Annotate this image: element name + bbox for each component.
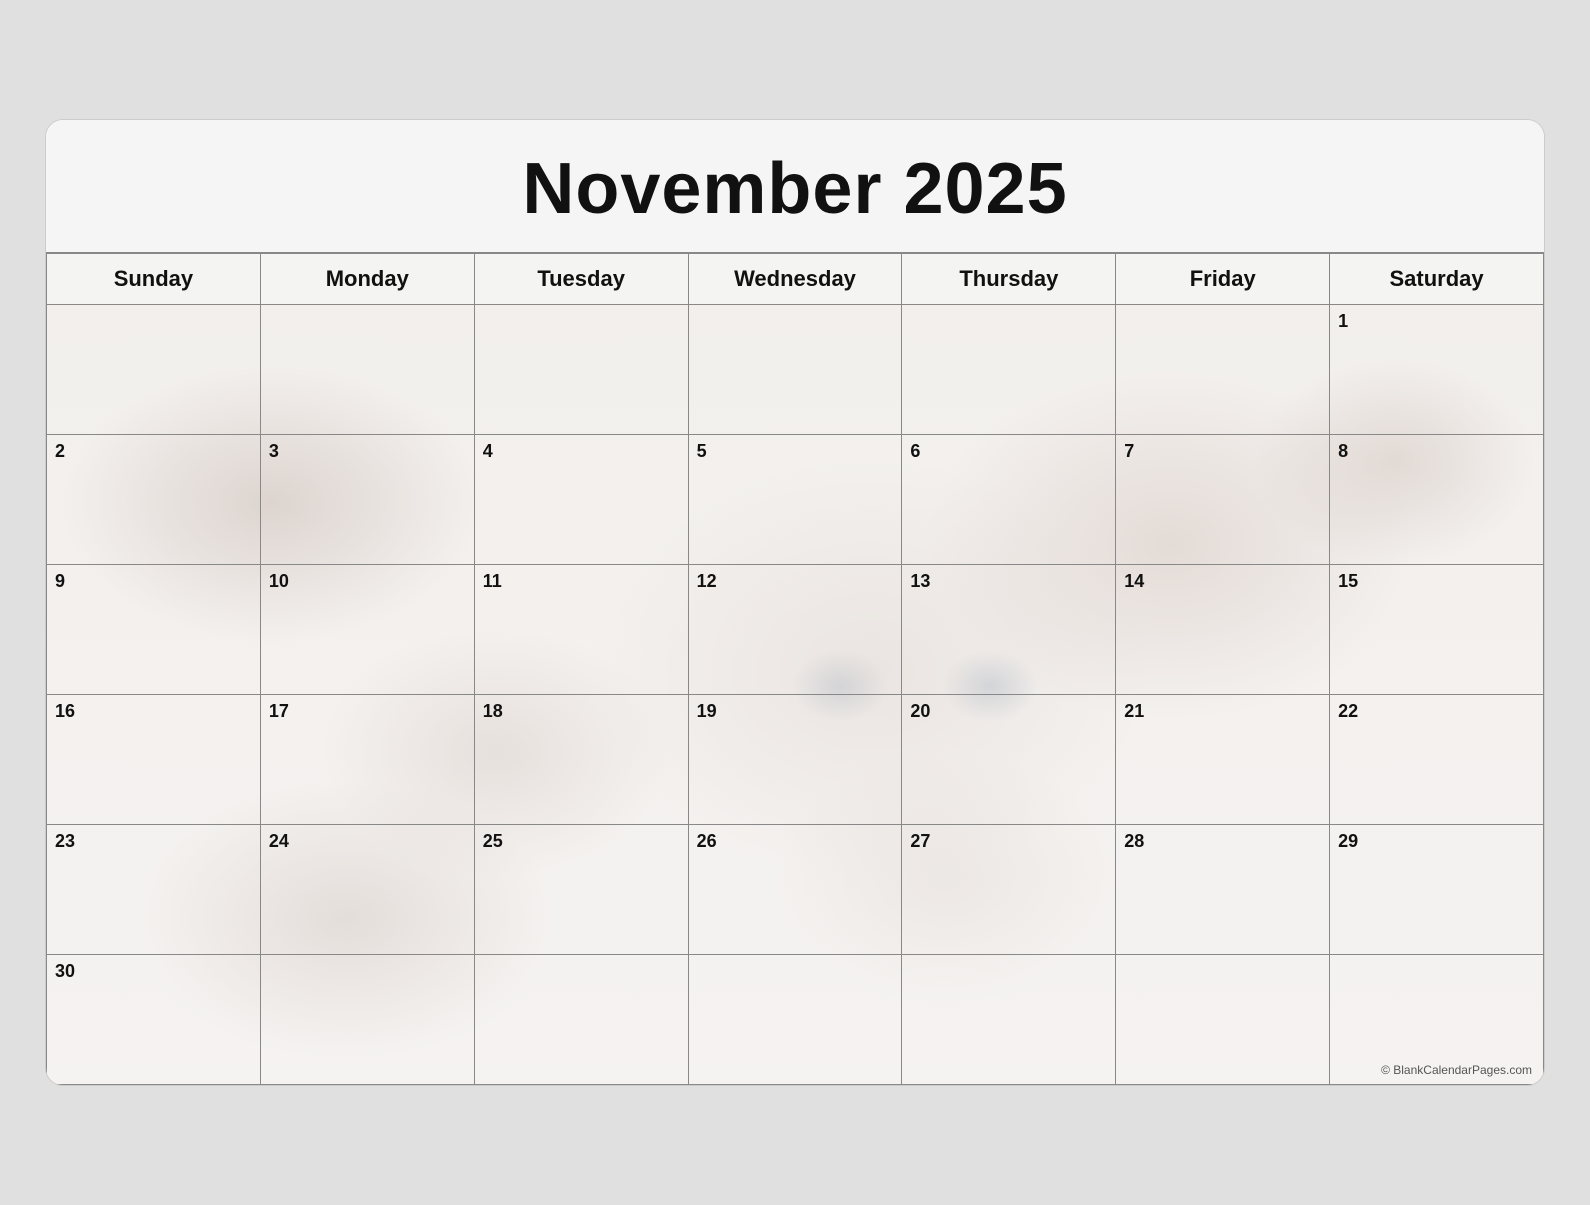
day-cell-20: 20 xyxy=(902,695,1116,825)
day-cell-6: 6 xyxy=(902,435,1116,565)
day-cell-30: 30 xyxy=(47,955,261,1085)
day-cell-4: 4 xyxy=(475,435,689,565)
day-cell-empty-1 xyxy=(47,305,261,435)
day-cell-empty-6 xyxy=(1116,305,1330,435)
day-cell-empty-2 xyxy=(261,305,475,435)
day-cell-7: 7 xyxy=(1116,435,1330,565)
day-cell-23: 23 xyxy=(47,825,261,955)
day-cell-8: 8 xyxy=(1330,435,1544,565)
day-cell-17: 17 xyxy=(261,695,475,825)
day-cell-11: 11 xyxy=(475,565,689,695)
day-cell-13: 13 xyxy=(902,565,1116,695)
day-cell-10: 10 xyxy=(261,565,475,695)
day-cell-2: 2 xyxy=(47,435,261,565)
day-cell-empty-11 xyxy=(1116,955,1330,1085)
copyright-text: © BlankCalendarPages.com xyxy=(1381,1063,1532,1077)
calendar-header: November 2025 xyxy=(46,120,1544,254)
day-cell-empty-10 xyxy=(902,955,1116,1085)
calendar-grid: Sunday Monday Tuesday Wednesday Thursday… xyxy=(46,254,1544,1085)
day-cell-21: 21 xyxy=(1116,695,1330,825)
day-cell-empty-4 xyxy=(689,305,903,435)
day-header-wednesday: Wednesday xyxy=(689,254,903,305)
day-cell-9: 9 xyxy=(47,565,261,695)
day-cell-empty-3 xyxy=(475,305,689,435)
day-cell-25: 25 xyxy=(475,825,689,955)
day-cell-18: 18 xyxy=(475,695,689,825)
day-header-friday: Friday xyxy=(1116,254,1330,305)
day-cell-empty-7 xyxy=(261,955,475,1085)
day-cell-12: 12 xyxy=(689,565,903,695)
day-cell-3: 3 xyxy=(261,435,475,565)
day-cell-22: 22 xyxy=(1330,695,1544,825)
day-header-monday: Monday xyxy=(261,254,475,305)
day-header-tuesday: Tuesday xyxy=(475,254,689,305)
day-cell-29: 29 xyxy=(1330,825,1544,955)
day-cell-empty-9 xyxy=(689,955,903,1085)
day-cell-27: 27 xyxy=(902,825,1116,955)
calendar-container: November 2025 Sunday Monday Tuesday Wedn… xyxy=(45,119,1545,1086)
day-header-thursday: Thursday xyxy=(902,254,1116,305)
day-header-sunday: Sunday xyxy=(47,254,261,305)
day-cell-24: 24 xyxy=(261,825,475,955)
day-cell-19: 19 xyxy=(689,695,903,825)
day-cell-28: 28 xyxy=(1116,825,1330,955)
day-cell-1: 1 xyxy=(1330,305,1544,435)
day-cell-26: 26 xyxy=(689,825,903,955)
day-header-saturday: Saturday xyxy=(1330,254,1544,305)
calendar-title: November 2025 xyxy=(46,148,1544,230)
day-cell-15: 15 xyxy=(1330,565,1544,695)
day-cell-empty-8 xyxy=(475,955,689,1085)
day-cell-16: 16 xyxy=(47,695,261,825)
day-cell-empty-5 xyxy=(902,305,1116,435)
day-cell-5: 5 xyxy=(689,435,903,565)
day-cell-14: 14 xyxy=(1116,565,1330,695)
